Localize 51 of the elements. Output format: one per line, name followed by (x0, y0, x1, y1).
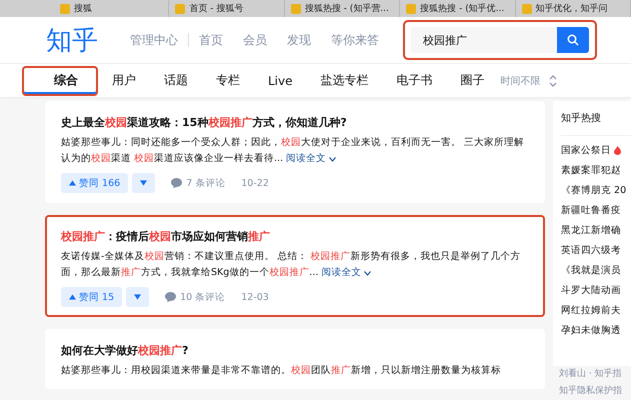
post-date: 10-22 (241, 178, 269, 188)
up-triangle-icon (69, 180, 76, 186)
tab[interactable]: 盐选专栏 (306, 66, 383, 96)
upvote-button[interactable]: 赞同 15 (61, 287, 122, 307)
read-more-link[interactable]: 阅读全文 (286, 151, 336, 167)
tab[interactable]: 综合 (22, 66, 98, 96)
post-date: 12-03 (241, 292, 269, 302)
search-icon (567, 34, 579, 46)
hot-search-item[interactable]: 新疆吐鲁番疫 (561, 200, 631, 220)
favicon-icon (60, 4, 70, 14)
upvote-button[interactable]: 赞同 166 (61, 173, 128, 193)
result-title[interactable]: 如何在大学做好校园推广? (61, 343, 529, 358)
favicon-icon (175, 4, 186, 14)
logo[interactable]: 知乎 (46, 22, 98, 58)
favicon-icon (522, 4, 532, 14)
down-triangle-icon (140, 180, 148, 186)
search-field[interactable]: 校园推广 (411, 27, 557, 53)
favicon-icon (406, 4, 416, 14)
hot-search-item[interactable]: 黑龙江新增确 (561, 220, 631, 240)
read-more-link[interactable]: 阅读全文 (321, 265, 372, 281)
down-triangle-icon (134, 294, 142, 300)
tab[interactable]: 圈子 (446, 66, 499, 96)
hot-search-item[interactable]: 素媛案罪犯赵 (561, 160, 631, 180)
hot-search-item[interactable]: 《赛博朋克 20 (561, 180, 631, 200)
up-triangle-icon (69, 294, 76, 300)
downvote-button[interactable] (132, 173, 156, 193)
result-excerpt: 姑婆那些事儿：同时还能多一个受众人群；因此，校园 大使对于企业来说，百利而无一害。 三大家所理解认为的校园渠道 校园渠道应该像企业一样去看待... 阅读全文 (61, 135, 529, 167)
result-title[interactable]: 史上最全校园渠道攻略：15种校园推广方式，你知道几种? (61, 115, 529, 130)
comment-icon (165, 292, 176, 302)
sidebar-title: 知乎热搜 (561, 101, 631, 136)
hot-search-item[interactable]: 英语四六级考 (561, 240, 631, 260)
tab[interactable]: 专栏 (202, 66, 254, 96)
tab[interactable]: 话题 (150, 66, 202, 96)
chevron-down-icon (364, 270, 372, 276)
hot-search-item[interactable]: 国家公祭日 (561, 140, 631, 160)
result-excerpt: 友诺传媒-全媒体及校园营销：不建议重点使用。 总结： 校园推广新形势有很多，我也只是举例了几个方面，那么最新推广方式，我就拿给SKg做的一个校园推广... 阅读全文 (61, 249, 529, 281)
hot-search-item[interactable]: 网红拉姆前夫 (561, 300, 631, 320)
comment-icon (171, 178, 182, 188)
hot-search-item[interactable]: 孕妇未做胸透 (561, 320, 631, 340)
result-excerpt: 姑婆那些事儿：用校园渠道来带量是非常不靠谱的。校园 团队推广新增，只以新增注册数量为核算标 (61, 364, 502, 378)
chevron-down-icon (329, 156, 336, 162)
tab[interactable]: 电子书 (382, 66, 447, 96)
search-button[interactable] (557, 27, 589, 53)
result-title[interactable]: 校园推广：疫情后校园市场应如何营销推广 (61, 229, 529, 244)
downvote-button[interactable] (126, 287, 150, 307)
hot-search-item[interactable]: 斗罗大陆动画 (561, 280, 631, 300)
tab[interactable]: 用户 (98, 66, 150, 96)
tab[interactable]: Live (254, 66, 307, 96)
hot-search-item[interactable]: 《我就是演员 (561, 260, 631, 280)
sort-chevron-icon[interactable] (548, 74, 557, 86)
favicon-icon (290, 4, 301, 14)
